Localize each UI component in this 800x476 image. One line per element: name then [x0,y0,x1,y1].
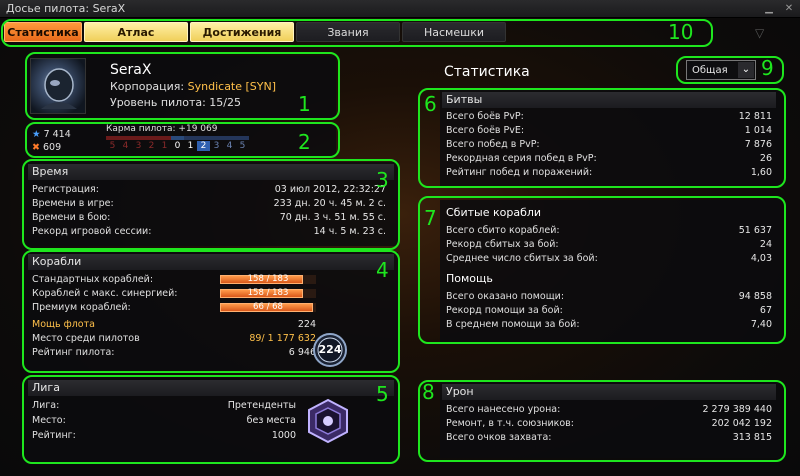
annotation-box-6 [418,88,786,188]
annotation-1: 1 [298,92,311,116]
chevron-down-icon: ▽ [755,26,765,40]
annotation-box-2 [25,122,340,158]
annotation-3: 3 [376,168,389,192]
minimize-icon[interactable]: ▁ [762,2,776,15]
annotation-box-1 [25,52,340,120]
annotation-6: 6 [424,92,437,116]
annotation-8: 8 [422,380,435,404]
annotation-box-5 [22,375,400,464]
window-title: Досье пилота: SeraX [6,2,126,15]
dossier-window: Досье пилота: SeraX ▁ ✕ Статистика Атлас… [0,0,800,476]
stats-title: Статистика [444,64,530,80]
annotation-7: 7 [424,206,437,230]
annotation-2: 2 [298,130,311,154]
annotation-box-8 [418,380,786,462]
close-icon[interactable]: ✕ [782,2,796,15]
annotation-box-7 [418,196,786,344]
annotation-9: 9 [761,56,774,80]
annotation-box-10 [1,19,713,47]
annotation-10: 10 [668,20,694,44]
title-bar: Досье пилота: SeraX ▁ ✕ [0,0,800,18]
annotation-box-4 [22,250,400,373]
annotation-4: 4 [376,258,389,282]
annotation-box-3 [22,159,400,250]
annotation-5: 5 [376,382,389,406]
